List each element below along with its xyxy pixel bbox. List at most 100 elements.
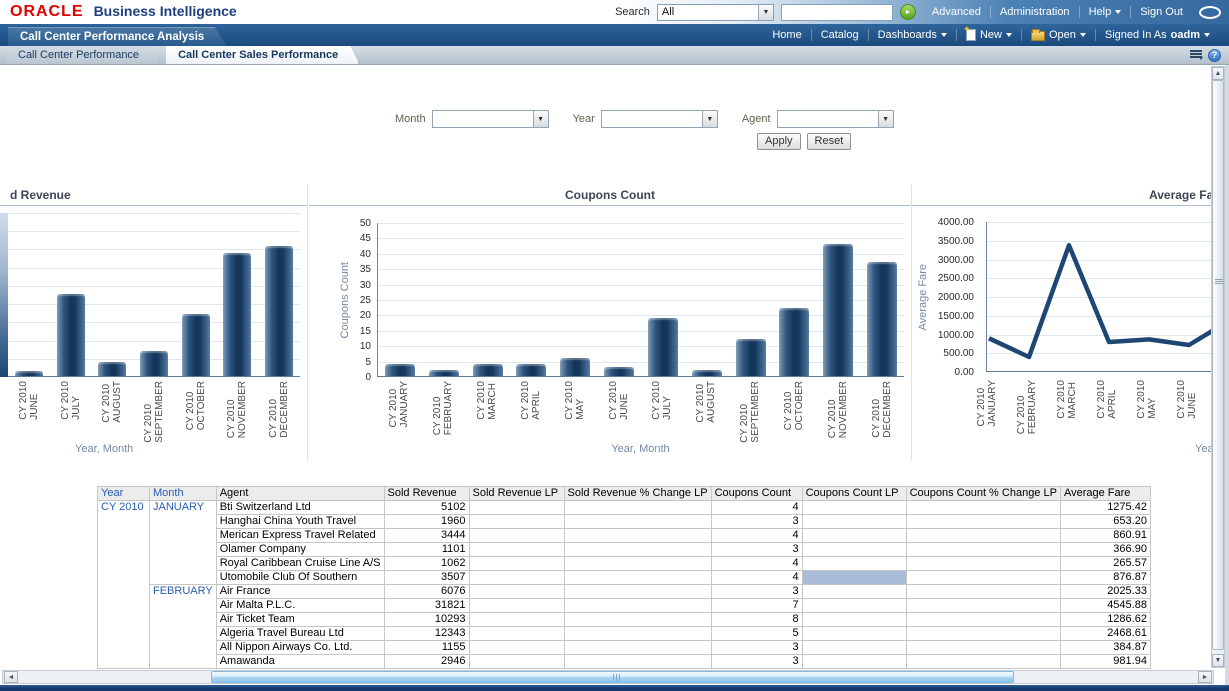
bar-cy-2010-october[interactable] (182, 314, 210, 376)
prompt-label-year: Year (573, 113, 595, 125)
page-options-icon[interactable] (1190, 50, 1202, 60)
bar-cy-2010-june[interactable] (604, 367, 634, 376)
agent-cell: Utomobile Club Of Southern (216, 571, 384, 585)
bar-cy-2010-may[interactable] (560, 358, 590, 377)
x-axis-label: CY 2010 SEPTEMBER (143, 381, 165, 443)
value-cell (906, 585, 1060, 599)
bar-cy-2010-june[interactable] (15, 371, 43, 376)
x-axis-label: CY 2010 DECEMBER (871, 381, 893, 438)
tab-call-center-sales-performance[interactable]: Call Center Sales Performance (166, 46, 359, 64)
bar-cy-2010-january[interactable] (385, 364, 415, 376)
horizontal-scroll-thumb[interactable] (211, 671, 1014, 683)
scroll-left-icon[interactable]: ◄ (4, 671, 18, 683)
navlink-catalog[interactable]: Catalog (811, 29, 868, 41)
x-axis-labels: CY 2010 JUNECY 2010 JULYCY 2010 AUGUSTCY… (8, 381, 300, 443)
month-cell[interactable]: JANUARY (150, 501, 217, 585)
reset-button[interactable]: Reset (807, 133, 852, 150)
dashboard-page-tab[interactable]: Call Center Performance Analysis (8, 26, 226, 46)
navlink-new[interactable]: New (956, 29, 1021, 41)
bar-cy-2010-november[interactable] (823, 244, 853, 376)
bar-cy-2010-february[interactable] (429, 370, 459, 376)
agent-cell: Royal Caribbean Cruise Line A/S (216, 557, 384, 571)
prompt-select-agent[interactable]: ▼ (777, 110, 894, 128)
help-icon[interactable]: ? (1208, 49, 1221, 62)
vertical-scrollbar[interactable]: ▲ ▼ (1211, 66, 1225, 668)
x-axis-title: Year, Month (377, 443, 904, 455)
pivot-table-grid: YearMonthAgentSold RevenueSold Revenue L… (97, 486, 1151, 669)
toplink-label: Advanced (932, 6, 981, 18)
search-go-button[interactable]: ► (900, 4, 916, 20)
toplink-advanced[interactable]: Advanced (923, 6, 990, 18)
value-cell: 860.91 (1060, 529, 1150, 543)
scroll-right-icon[interactable]: ► (1198, 671, 1212, 683)
toplink-help[interactable]: Help (1079, 6, 1131, 18)
toplink-sign-out[interactable]: Sign Out (1130, 6, 1192, 18)
agent-cell: Air France (216, 585, 384, 599)
x-axis-label: CY 2010 JULY (60, 381, 82, 420)
value-cell: 3444 (384, 529, 469, 543)
column-header: Month (150, 487, 217, 501)
navlink-home[interactable]: Home (763, 29, 810, 41)
bar-cy-2010-september[interactable] (736, 339, 766, 376)
chat-bubble-icon[interactable] (1199, 6, 1221, 19)
prompt-select-year[interactable]: ▼ (601, 110, 718, 128)
bar-cy-2010-november[interactable] (223, 253, 251, 376)
scroll-grip-icon (1215, 279, 1223, 285)
bar-cy-2010-september[interactable] (140, 351, 168, 376)
average-fare-line (987, 222, 1229, 372)
value-cell (564, 501, 711, 515)
year-cell[interactable]: CY 2010 (98, 501, 150, 669)
combo-arrow-icon[interactable]: ▼ (758, 5, 773, 20)
bar-cy-2010-april[interactable] (516, 364, 546, 376)
bar-cy-2010-july[interactable] (648, 318, 678, 377)
prompt-select-month[interactable]: ▼ (432, 110, 549, 128)
combo-arrow-icon[interactable]: ▼ (878, 111, 893, 127)
value-cell (469, 641, 564, 655)
navlink-open[interactable]: Open (1021, 29, 1095, 41)
month-cell[interactable]: FEBRUARY (150, 585, 217, 669)
apply-button[interactable]: Apply (757, 133, 801, 150)
y-tick-label: 500.00 (922, 348, 974, 359)
horizontal-scrollbar[interactable]: ◄ ► (2, 670, 1214, 684)
bar-cy-2010-august[interactable] (98, 362, 126, 376)
search-scope-select[interactable]: All ▼ (657, 4, 774, 21)
y-tick-label: 40 (323, 249, 371, 260)
dashboard-subtab-bar: Call Center Performance Call Center Sales… (0, 46, 1229, 65)
y-tick-label: 20 (323, 310, 371, 321)
x-axis-label: CY 2010 AUGUST (101, 381, 123, 423)
scroll-up-icon[interactable]: ▲ (1212, 67, 1224, 80)
bar-cy-2010-august[interactable] (692, 370, 722, 376)
x-axis-label: CY 2010 FEBRUARY (432, 381, 454, 435)
value-cell: 4 (711, 557, 802, 571)
vertical-scroll-thumb[interactable] (1212, 80, 1224, 650)
label-slot: CY 2010 OCTOBER (772, 381, 816, 443)
bar-cy-2010-december[interactable] (265, 246, 293, 376)
x-axis-label: CY 2010 JANUARY (976, 380, 998, 427)
search-input[interactable] (781, 4, 893, 21)
signed-in-as[interactable]: Signed In Asoadm (1095, 29, 1219, 41)
combo-arrow-icon[interactable]: ▼ (533, 111, 548, 127)
plot-area (986, 222, 1229, 372)
label-slot: CY 2010 DECEMBER (258, 381, 300, 443)
bar-cy-2010-october[interactable] (779, 308, 809, 376)
tab-call-center-performance[interactable]: Call Center Performance (6, 46, 160, 64)
scroll-down-icon[interactable]: ▼ (1212, 654, 1224, 667)
navlink-dashboards[interactable]: Dashboards (868, 29, 956, 41)
scroll-grip-icon (613, 674, 620, 681)
caret-down-icon (1204, 33, 1210, 40)
combo-arrow-icon[interactable]: ▼ (702, 111, 717, 127)
bar-cy-2010-march[interactable] (473, 364, 503, 376)
agent-cell: Bti Switzerland Ltd (216, 501, 384, 515)
value-cell: 1275.42 (1060, 501, 1150, 515)
toplink-administration[interactable]: Administration (990, 6, 1079, 18)
prompt-value (778, 111, 878, 127)
label-slot: CY 2010 FEBRUARY (421, 381, 465, 443)
value-cell: 265.57 (1060, 557, 1150, 571)
subtab-icons: ? (1190, 46, 1229, 64)
bar-cy-2010-december[interactable] (867, 262, 897, 376)
bar-cy-2010-july[interactable] (57, 294, 85, 376)
value-cell (906, 529, 1060, 543)
bar-slot (466, 223, 510, 376)
subtabs: Call Center Performance Call Center Sales… (0, 46, 359, 64)
value-cell: 3 (711, 585, 802, 599)
